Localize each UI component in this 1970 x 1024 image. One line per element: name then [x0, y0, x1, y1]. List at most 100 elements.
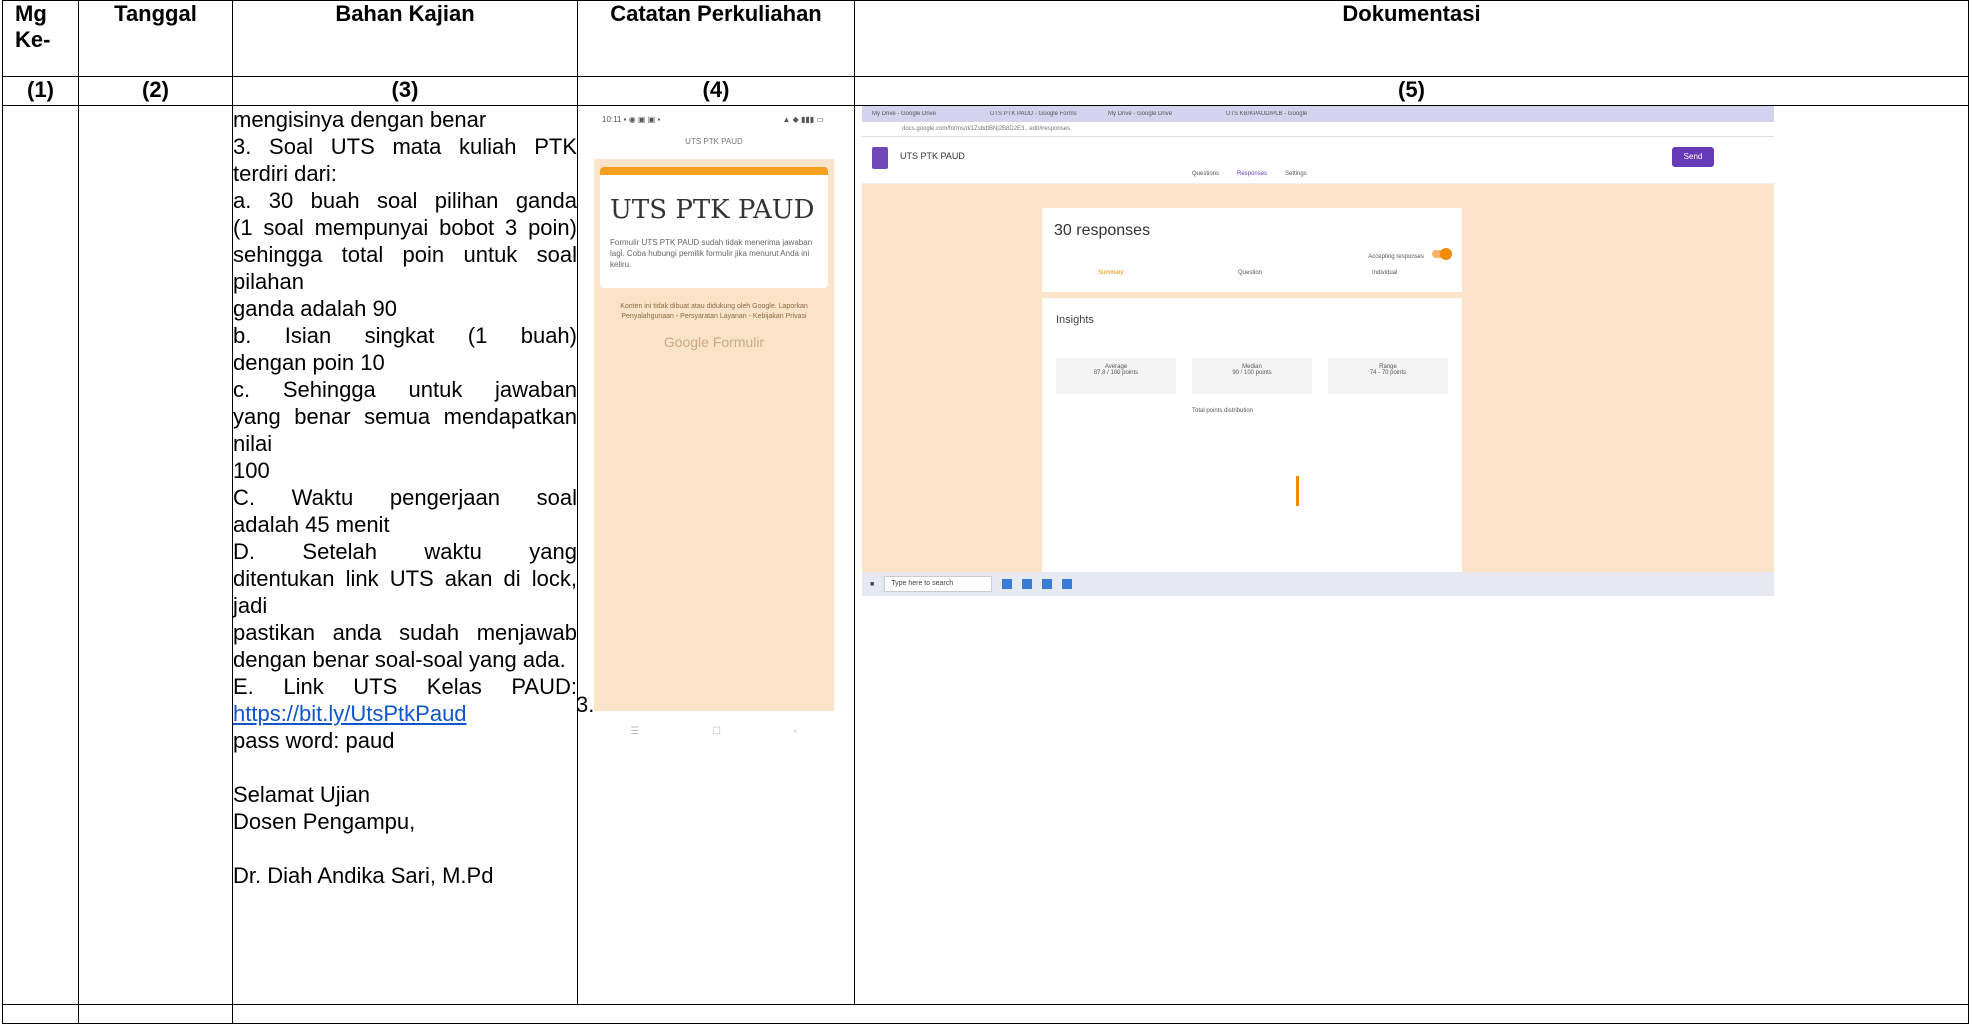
- header-catatan-perkuliahan: Catatan Perkuliahan: [577, 0, 855, 77]
- taskbar-search: Type here to search: [884, 576, 993, 592]
- median-value: 90 / 100 points: [1232, 370, 1272, 376]
- dokumentasi-cell: My Drive - Google Drive UTS PTK PAUD - G…: [854, 105, 1969, 1005]
- median-stat: Median 90 / 100 points: [1192, 358, 1312, 394]
- text-line: pastikan anda sudah menjawab: [233, 620, 577, 645]
- tab-questions: Questions: [1192, 171, 1220, 177]
- header-dokumentasi: Dokumentasi: [854, 0, 1969, 77]
- phone-status-right: ▲ ◆ ▮▮▮ ▭: [782, 115, 824, 124]
- column-number-5: (5): [854, 76, 1969, 106]
- header-tanggal: Tanggal: [78, 0, 233, 77]
- windows-icon: ■: [870, 580, 875, 588]
- text-line: D. Setelah waktu yang: [233, 539, 577, 564]
- browser-tab: My Drive - Google Drive: [872, 111, 937, 117]
- signature-name: Dr. Diah Andika Sari, M.Pd: [233, 863, 494, 888]
- insights-title: Insights: [1056, 314, 1094, 326]
- app-icon: [1022, 579, 1033, 589]
- insights-card: Insights Average 87.8 / 100 points Media…: [1042, 298, 1462, 596]
- bahan-kajian-cell: mengisinya dengan benar 3. Soal UTS mata…: [232, 105, 578, 1005]
- tab-responses: Responses: [1237, 171, 1268, 177]
- forms-header: UTS PTK PAUD Send Questions Responses Se…: [862, 137, 1774, 184]
- text-line: ganda adalah 90: [233, 296, 397, 321]
- text-line: (1 soal mempunyai bobot 3 poin): [233, 215, 577, 240]
- text-line: pass word: paud: [233, 728, 395, 753]
- text-line: yang benar semua mendapatkan nilai: [233, 404, 577, 456]
- phone-status-bar: 10:11 ▪ ◉ ▣ ▣ ▪ ▲ ◆ ▮▮▮ ▭: [594, 109, 834, 137]
- phone-footer: Konten ini tidak dibuat atau didukung ol…: [620, 303, 808, 320]
- text-line: a. 30 buah soal pilihan ganda: [233, 188, 577, 213]
- desktop-screenshot: My Drive - Google Drive UTS PTK PAUD - G…: [862, 106, 1774, 596]
- text-line: b. Isian singkat (1 buah): [233, 323, 577, 348]
- table-row: mengisinya dengan benar 3. Soal UTS mata…: [2, 105, 1969, 1005]
- lecture-log-table: Mg Ke- Tanggal Bahan Kajian Catatan Perk…: [2, 0, 1969, 1024]
- header-bahan-kajian: Bahan Kajian: [232, 0, 578, 77]
- text-line: c. Sehingga untuk jawaban: [233, 377, 577, 402]
- google-forms-logo: Google Formulir: [663, 334, 765, 350]
- tab-summary: Summary: [1098, 270, 1124, 276]
- column-number-2: (2): [78, 76, 233, 106]
- tab-question: Question: [1238, 270, 1263, 276]
- range-value: 74 - 70 points: [1369, 370, 1407, 376]
- column-number-3: (3): [232, 76, 578, 106]
- distribution-title: Total points distribution: [1192, 408, 1254, 414]
- empty-cell: [232, 1004, 1969, 1024]
- distribution-bar: [1296, 476, 1299, 506]
- text-line: 3. Soal UTS mata kuliah PTK: [233, 134, 577, 159]
- text-line: ditentukan link UTS akan di lock, jadi: [233, 566, 577, 618]
- form-closed-card: UTS PTK PAUD Formulir UTS PTK PAUD sudah…: [600, 167, 828, 288]
- average-value: 87.8 / 100 points: [1093, 370, 1139, 376]
- stray-number: 3.: [576, 692, 595, 717]
- text-line: C. Waktu pengerjaan soal: [233, 485, 577, 510]
- column-number-row: (1) (2) (3) (4) (5): [2, 76, 1969, 106]
- app-icon: [1062, 579, 1073, 589]
- empty-cell: [2, 1004, 79, 1024]
- phone-form-title: UTS PTK PAUD: [610, 195, 815, 225]
- text-line: mengisinya dengan benar: [233, 107, 487, 132]
- header-mg: Mg Ke-: [2, 0, 79, 77]
- phone-screenshot: 10:11 ▪ ◉ ▣ ▣ ▪ ▲ ◆ ▮▮▮ ▭ UTS PTK PAUD U…: [594, 109, 834, 751]
- range-stat: Range 74 - 70 points: [1328, 358, 1448, 394]
- empty-row: [2, 1004, 1969, 1024]
- form-tabs: Questions Responses Settings: [1192, 171, 1307, 177]
- app-icon: [1002, 579, 1013, 589]
- responses-count: 30 responses: [1054, 222, 1151, 239]
- empty-cell: [78, 1004, 233, 1024]
- text-line: terdiri dari:: [233, 161, 337, 186]
- text-line: adalah 45 menit: [233, 512, 390, 537]
- header-row: Mg Ke- Tanggal Bahan Kajian Catatan Perk…: [2, 0, 1969, 77]
- menu-icon: ☰: [630, 725, 640, 737]
- browser-tab: UTS KB/KPAUD/PLB - Google: [1226, 111, 1308, 117]
- browser-tab-bar: My Drive - Google Drive UTS PTK PAUD - G…: [862, 106, 1774, 122]
- home-icon: ☐: [712, 725, 721, 737]
- average-stat: Average 87.8 / 100 points: [1056, 358, 1176, 394]
- browser-tab: UTS PTK PAUD - Google Forms: [990, 111, 1077, 117]
- phone-form-message: Formulir UTS PTK PAUD sudah tidak meneri…: [610, 238, 813, 269]
- accepting-label: Accepting responses: [1368, 254, 1424, 260]
- text-line: Dosen Pengampu,: [233, 809, 416, 834]
- uts-link[interactable]: https://bit.ly/UtsPtkPaud: [233, 701, 467, 726]
- tanggal-cell: [78, 105, 233, 1005]
- text-line: dengan poin 10: [233, 350, 385, 375]
- forms-icon: [872, 147, 888, 169]
- accepting-toggle: [1432, 248, 1452, 260]
- form-title: UTS PTK PAUD: [900, 151, 965, 161]
- phone-url-bar: UTS PTK PAUD: [594, 137, 834, 159]
- address-bar: docs.google.com/forms/d/1ZsbdtBNj2B8D2E3…: [862, 122, 1774, 137]
- send-button: Send: [1672, 147, 1714, 167]
- column-number-4: (4): [577, 76, 855, 106]
- mg-cell: [2, 105, 79, 1005]
- text-line: 100: [233, 458, 270, 483]
- tab-settings: Settings: [1285, 171, 1307, 177]
- text-line: sehingga total poin untuk soal pilahan: [233, 242, 577, 294]
- responses-card: 30 responses Accepting responses Summary…: [1042, 208, 1462, 292]
- text-line: dengan benar soal-soal yang ada.: [233, 647, 566, 672]
- text-line: E. Link UTS Kelas PAUD:: [233, 674, 577, 699]
- text-line: Selamat Ujian: [233, 782, 370, 807]
- phone-nav-bar: ☰ ☐ ‹: [594, 711, 834, 751]
- app-icon: [1042, 579, 1053, 589]
- back-icon: ‹: [793, 725, 798, 737]
- catatan-cell: 10:11 ▪ ◉ ▣ ▣ ▪ ▲ ◆ ▮▮▮ ▭ UTS PTK PAUD U…: [576, 105, 855, 1005]
- browser-tab: My Drive - Google Drive: [1108, 111, 1173, 117]
- column-number-1: (1): [2, 76, 79, 106]
- tab-individual: Individual: [1372, 270, 1398, 276]
- windows-taskbar: ■ Type here to search: [862, 572, 1774, 596]
